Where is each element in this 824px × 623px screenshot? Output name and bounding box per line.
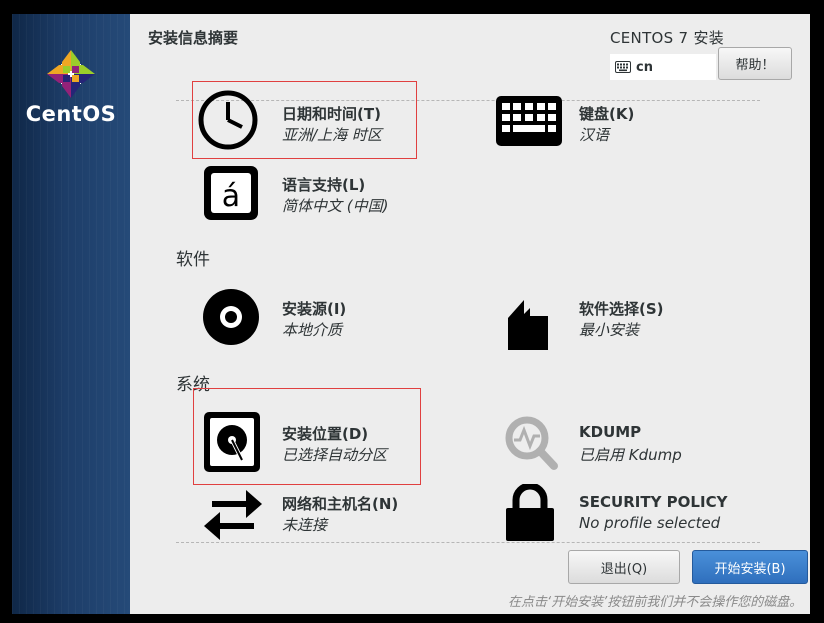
svg-text:á: á — [222, 179, 240, 214]
security-policy-status: No profile selected — [579, 514, 721, 532]
keyboard-layout-label: cn — [636, 59, 653, 75]
install-destination-status: 已选择自动分区 — [282, 446, 388, 464]
network-title: 网络和主机名(N) — [282, 495, 399, 513]
keyboard-icon — [496, 96, 562, 146]
divider — [176, 542, 760, 543]
language-title: 语言支持(L) — [282, 176, 366, 194]
datetime-status: 亚洲/上海 时区 — [282, 126, 382, 144]
help-button[interactable]: 帮助！ — [718, 47, 792, 80]
begin-installation-button[interactable]: 开始安装(B) — [692, 550, 808, 584]
language-status: 简体中文 (中国) — [282, 197, 389, 215]
search-icon — [505, 416, 558, 470]
spoke-network[interactable]: 网络和主机名(N) 未连接 — [202, 482, 462, 544]
kdump-status: 已启用 Kdump — [579, 446, 682, 464]
harddisk-icon — [204, 412, 260, 472]
install-source-title: 安装源(I) — [282, 300, 347, 318]
disc-icon — [203, 289, 259, 345]
page-title: 安装信息摘要 — [148, 29, 239, 47]
centos-logo-icon — [47, 50, 95, 98]
spoke-datetime[interactable]: 日期和时间(T) 亚洲/上海 时区 — [198, 90, 408, 152]
security-policy-title: SECURITY POLICY — [579, 493, 728, 511]
kdump-title: KDUMP — [579, 423, 642, 441]
keyboard-small-icon — [615, 61, 631, 73]
lock-icon — [506, 484, 554, 541]
spoke-kdump[interactable]: KDUMP 已启用 Kdump — [502, 414, 762, 476]
brand-name: CentOS — [25, 102, 117, 126]
spoke-install-destination[interactable]: 安装位置(D) 已选择自动分区 — [202, 410, 412, 472]
install-destination-title: 安装位置(D) — [282, 425, 369, 443]
network-status: 未连接 — [282, 516, 328, 534]
spoke-security-policy[interactable]: SECURITY POLICY No profile selected — [504, 482, 784, 544]
package-icon — [508, 300, 548, 350]
clock-icon — [198, 90, 258, 150]
section-software-label: 软件 — [176, 250, 210, 270]
datetime-title: 日期和时间(T) — [282, 105, 381, 123]
spoke-install-source[interactable]: 安装源(I) 本地介质 — [202, 286, 432, 348]
language-icon: á — [204, 166, 258, 220]
install-source-status: 本地介质 — [282, 321, 343, 339]
software-selection-title: 软件选择(S) — [579, 300, 664, 318]
keyboard-layout-indicator[interactable]: cn — [610, 54, 716, 80]
disk-notice: 在点击‘开始安装’按钮前我们并不会操作您的磁盘。 — [508, 595, 803, 610]
spoke-language[interactable]: á 语言支持(L) 简体中文 (中国) — [198, 162, 428, 224]
software-selection-status: 最小安装 — [579, 321, 640, 339]
quit-button[interactable]: 退出(Q) — [568, 550, 680, 584]
spoke-keyboard[interactable]: 键盘(K) 汉语 — [496, 90, 756, 152]
keyboard-title: 键盘(K) — [579, 105, 635, 123]
keyboard-status: 汉语 — [579, 126, 610, 144]
product-title: CENTOS 7 安装 — [610, 29, 725, 47]
sidebar: CentOS — [12, 14, 130, 614]
summary-hub: 安装信息摘要 CENTOS 7 安装 cn 帮助！ 日期和时间(T) 亚洲/上海… — [130, 14, 810, 614]
network-arrows-icon — [204, 490, 262, 540]
spoke-software-selection[interactable]: 软件选择(S) 最小安装 — [506, 286, 766, 350]
